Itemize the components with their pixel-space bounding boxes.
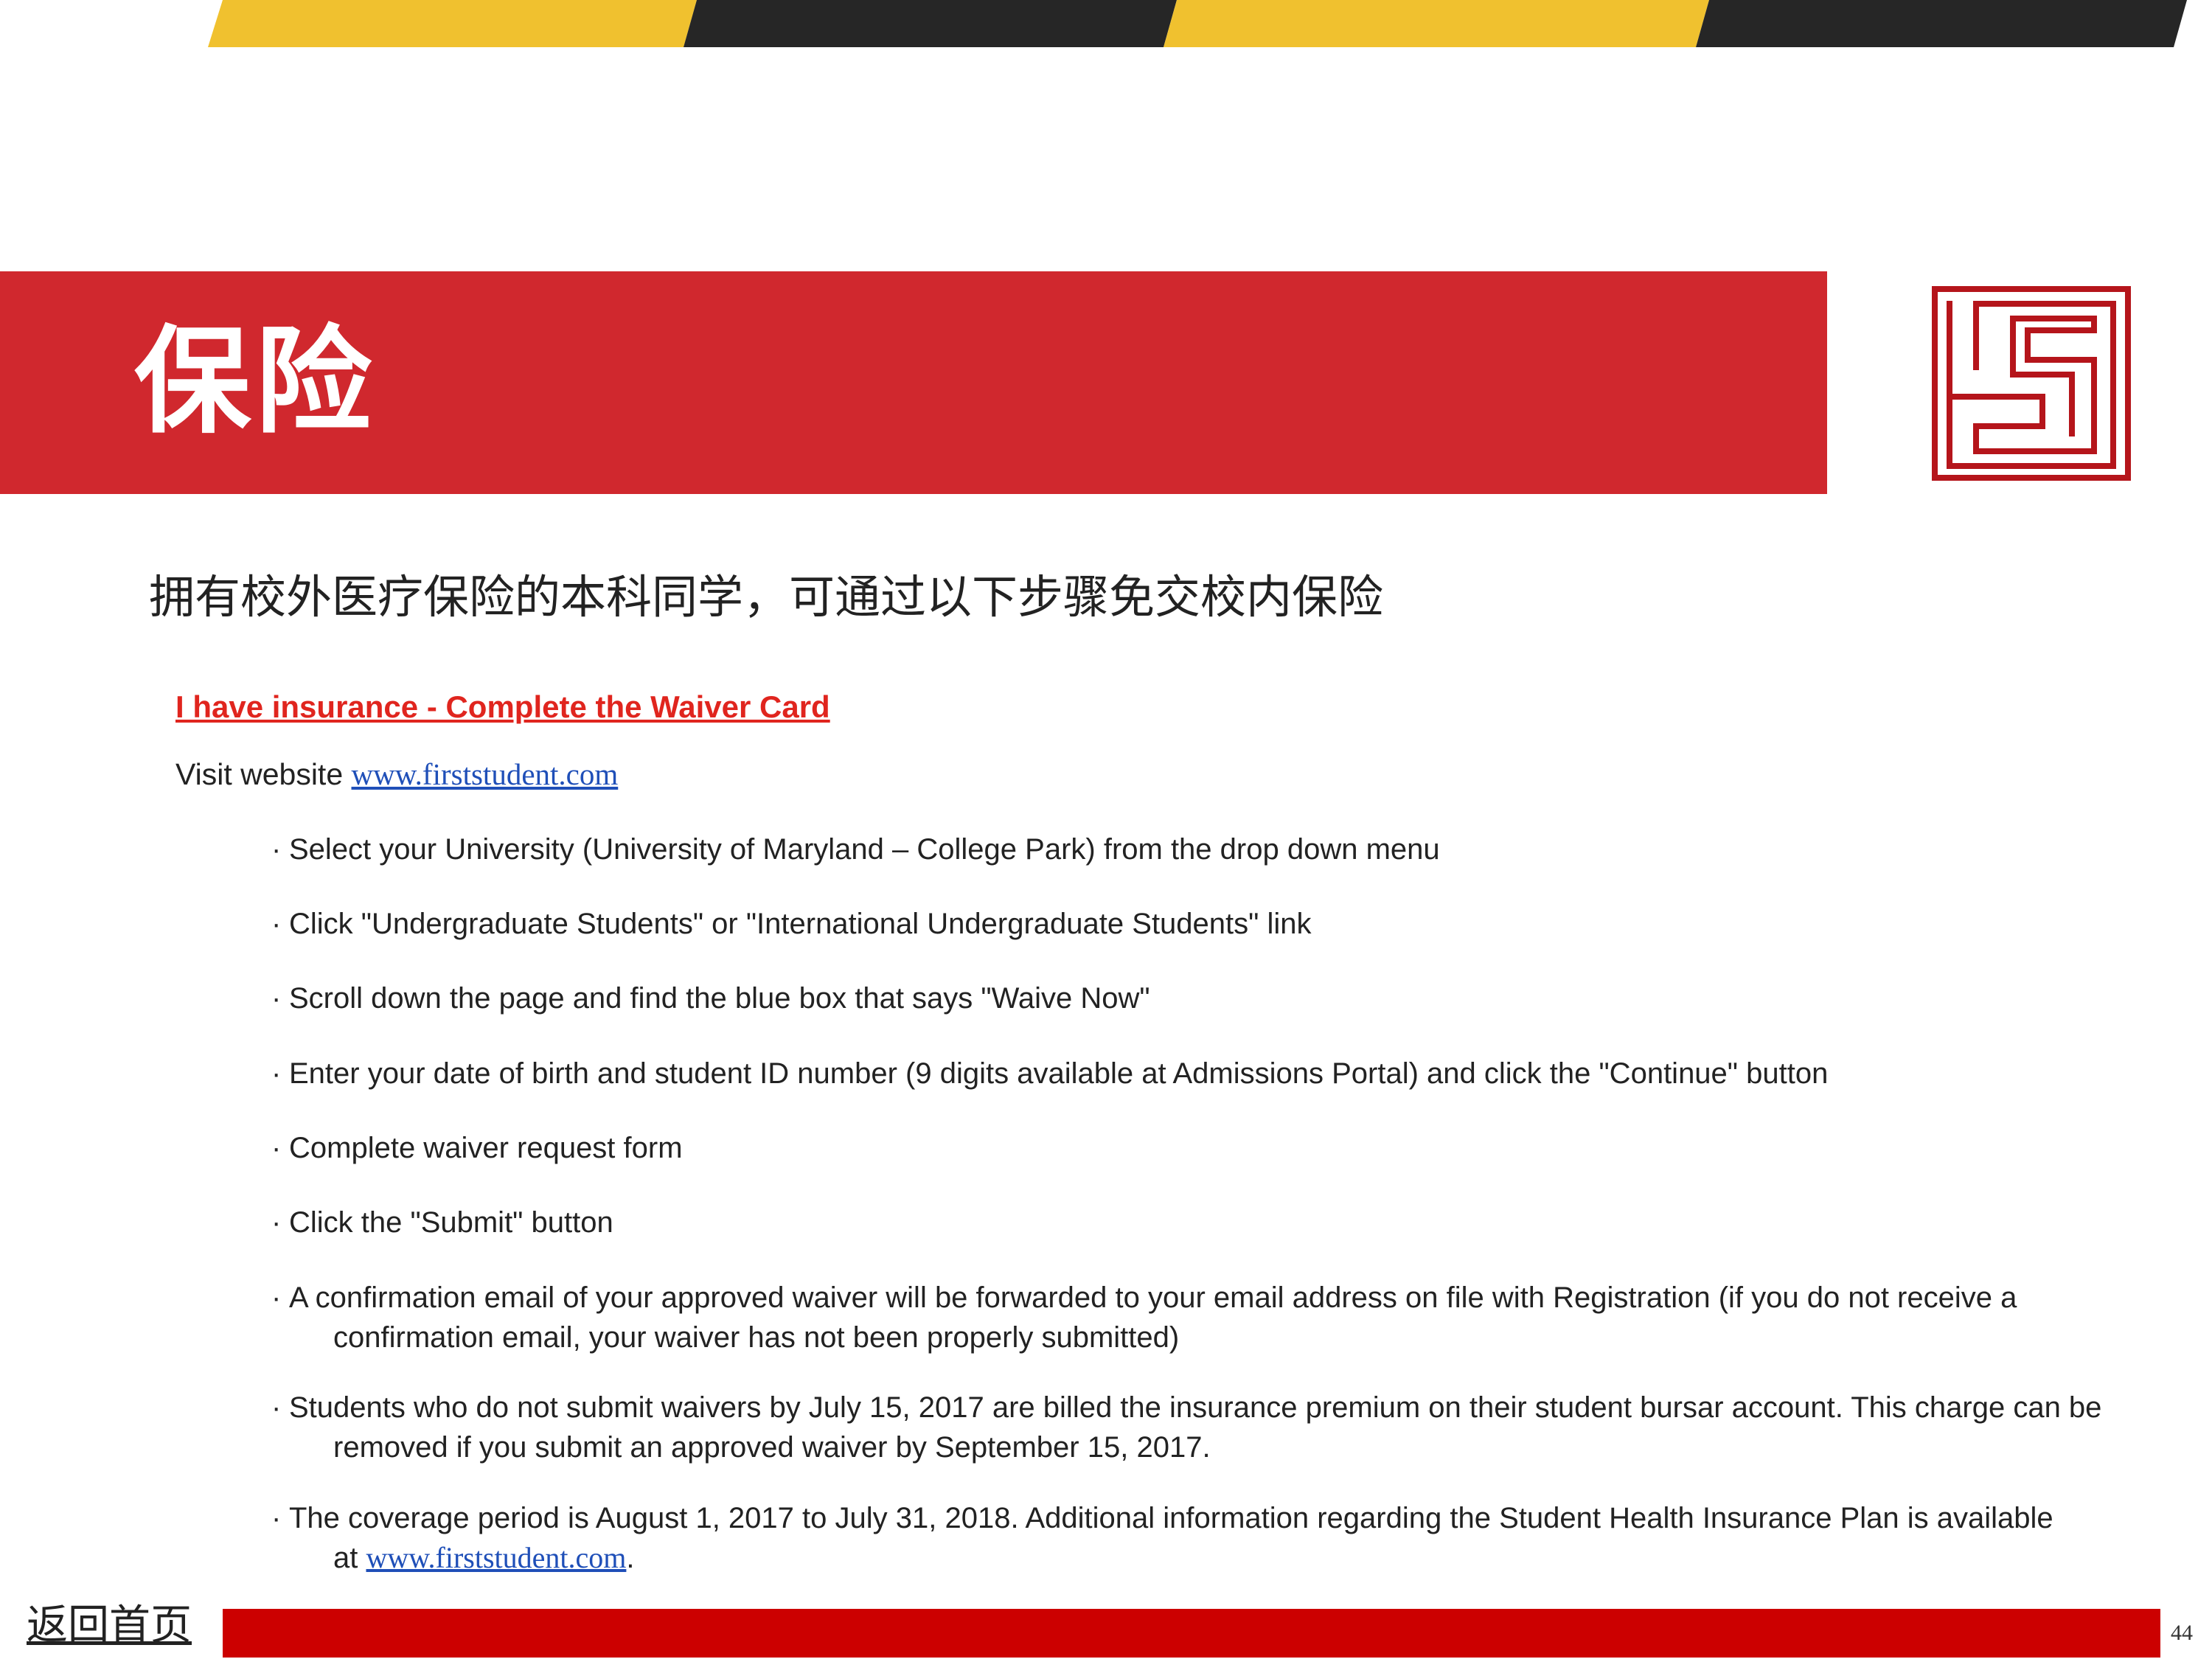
maze-seal-logo-icon: [1932, 286, 2131, 481]
waiver-step-2: · Click "Undergraduate Students" or "Inte…: [271, 904, 2147, 944]
step-text-prefix: at: [333, 1542, 366, 1574]
waiver-step-4: · Enter your date of birth and student ID…: [271, 1054, 2147, 1093]
waiver-step-5: · Complete waiver request form: [271, 1128, 2147, 1168]
visit-website-line: Visit website www.firststudent.com: [175, 757, 618, 792]
step-text: Enter your date of birth and student ID …: [289, 1057, 1829, 1090]
step-text: Click the "Submit" button: [289, 1206, 613, 1239]
waiver-step-3: · Scroll down the page and find the blue …: [271, 978, 2147, 1018]
waiver-heading: I have insurance - Complete the Waiver C…: [175, 689, 830, 724]
stripe-segment-dark-2: [1696, 0, 2187, 47]
top-stripe-band: [208, 0, 2187, 47]
stripe-segment-dark-1: [684, 0, 1177, 47]
step-text-suffix: .: [626, 1542, 635, 1574]
waiver-step-9: · The coverage period is August 1, 2017 t…: [271, 1498, 2147, 1578]
bullet-dot: ·: [271, 908, 282, 940]
step-text: A confirmation email of your approved wa…: [289, 1281, 2017, 1314]
waiver-step-1: · Select your University (University of M…: [271, 830, 2147, 869]
waiver-step-7: · A confirmation email of your approved w…: [271, 1278, 2147, 1357]
step-text: The coverage period is August 1, 2017 to…: [289, 1502, 2053, 1534]
step-text-continued: at www.firststudent.com.: [289, 1538, 2147, 1578]
step-text: Students who do not submit waivers by Ju…: [289, 1391, 2102, 1424]
page-number: 44: [2171, 1621, 2193, 1645]
firststudent-link-footer[interactable]: www.firststudent.com: [366, 1541, 626, 1574]
bullet-dot: ·: [271, 1502, 282, 1534]
stripe-segment-yellow-2: [1164, 0, 1709, 47]
step-text-continued: removed if you submit an approved waiver…: [333, 1431, 1211, 1464]
bullet-dot: ·: [271, 1281, 282, 1314]
bullet-dot: ·: [271, 1206, 282, 1239]
title-banner: 保险: [0, 271, 1827, 494]
step-text: Click "Undergraduate Students" or "Inter…: [289, 908, 1312, 940]
bullet-dot: ·: [271, 1132, 282, 1164]
page-subtitle: 拥有校外医疗保险的本科同学，可通过以下步骤免交校内保险: [149, 570, 1384, 624]
step-text: Complete waiver request form: [289, 1132, 683, 1164]
step-text: Scroll down the page and find the blue b…: [289, 982, 1150, 1015]
waiver-step-8: · Students who do not submit waivers by J…: [271, 1388, 2147, 1467]
stripe-segment-yellow-1: [208, 0, 697, 47]
visit-website-label: Visit website: [175, 757, 352, 791]
bullet-dot: ·: [271, 833, 282, 866]
page-title: 保险: [134, 314, 376, 450]
bullet-dot: ·: [271, 1391, 282, 1424]
step-text-continued: confirmation email, your waiver has not …: [333, 1321, 1180, 1354]
firststudent-link[interactable]: www.firststudent.com: [352, 757, 619, 791]
back-to-home-link[interactable]: 返回首页: [27, 1600, 192, 1652]
footer-bar: [223, 1609, 2160, 1658]
bullet-dot: ·: [271, 982, 282, 1015]
bullet-dot: ·: [271, 1057, 282, 1090]
step-text: Select your University (University of Ma…: [289, 833, 1440, 866]
waiver-step-6: · Click the "Submit" button: [271, 1203, 2147, 1242]
